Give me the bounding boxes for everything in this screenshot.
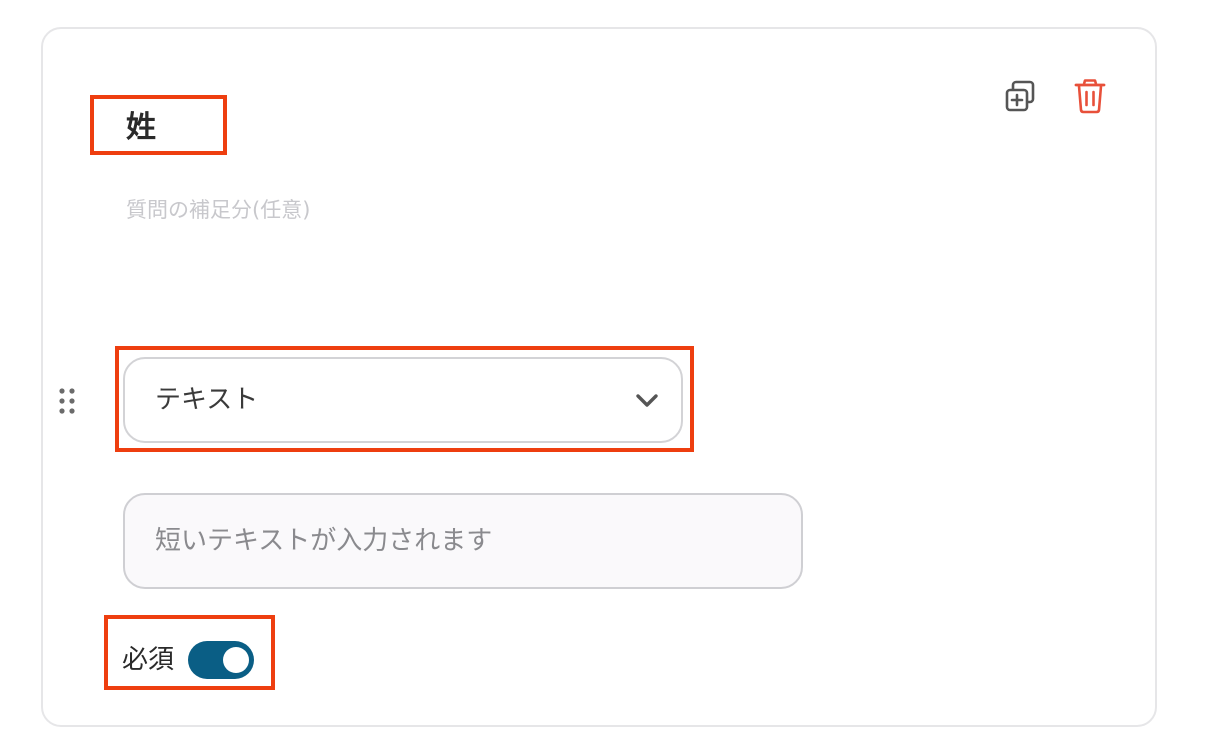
answer-preview-input[interactable] xyxy=(123,493,803,589)
chevron-down-icon xyxy=(636,394,658,407)
duplicate-button[interactable] xyxy=(1000,76,1040,116)
drag-handle-icon xyxy=(59,388,75,414)
drag-handle[interactable] xyxy=(56,386,78,416)
required-label: 必須 xyxy=(122,645,175,675)
toggle-knob xyxy=(223,647,249,673)
question-type-value: テキスト xyxy=(155,385,259,415)
required-toggle[interactable] xyxy=(188,641,254,679)
delete-button[interactable] xyxy=(1070,76,1110,116)
duplicate-icon xyxy=(1005,80,1035,112)
trash-icon xyxy=(1074,79,1106,114)
question-title[interactable]: 姓 xyxy=(126,108,156,148)
question-type-select[interactable]: テキスト xyxy=(123,357,683,443)
question-description-placeholder[interactable]: 質問の補足分(任意) xyxy=(126,196,310,224)
